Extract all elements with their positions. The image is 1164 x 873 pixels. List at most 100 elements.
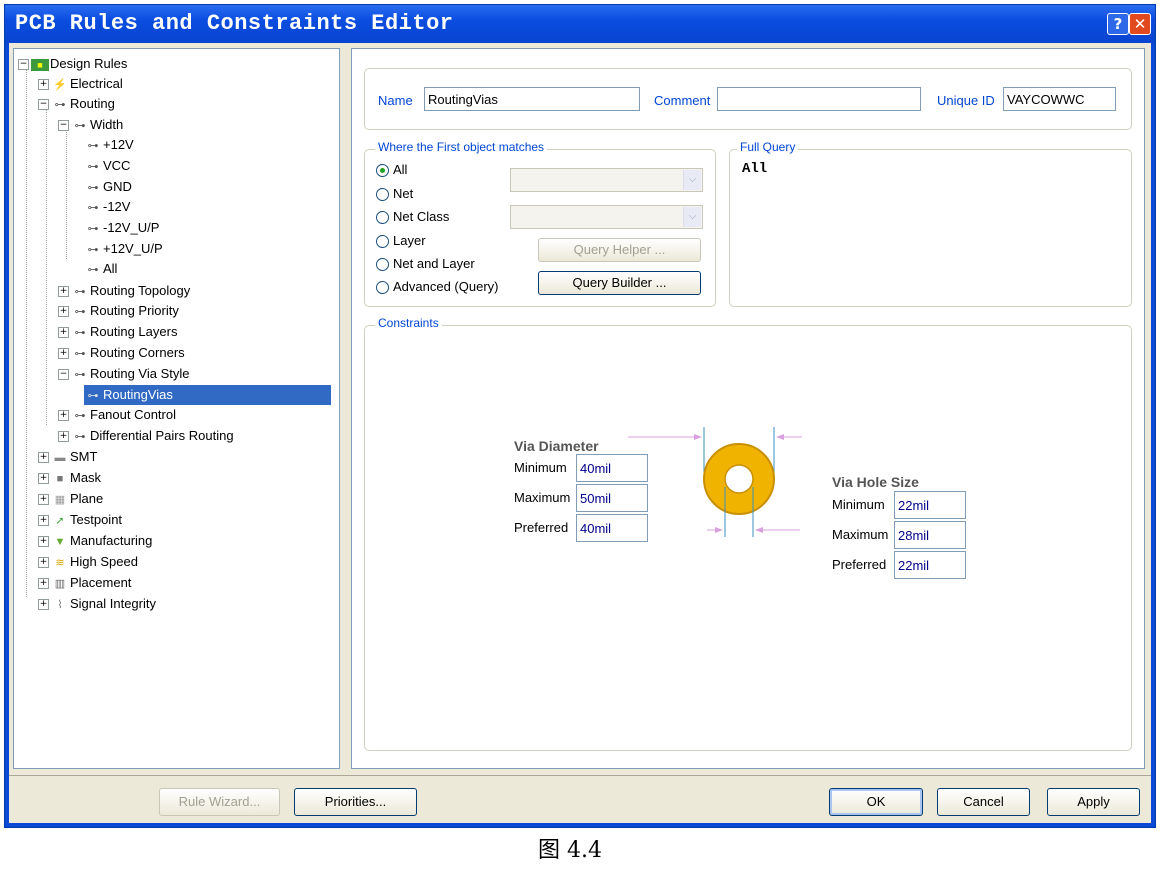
radio-icon — [376, 188, 389, 202]
tree-item-routing-priority[interactable]: + ⊶ Routing Priority — [58, 301, 179, 321]
help-button[interactable]: ? — [1107, 13, 1129, 35]
title-bar[interactable]: PCB Rules and Constraints Editor ? ✕ — [5, 5, 1155, 43]
expand-icon[interactable]: + — [38, 599, 49, 611]
radio-net[interactable]: Net — [376, 186, 413, 202]
hole-maximum-field[interactable]: 28mil — [894, 521, 966, 549]
expand-icon[interactable]: + — [58, 410, 69, 422]
cancel-button[interactable]: Cancel — [937, 788, 1030, 816]
comment-field[interactable] — [717, 87, 921, 111]
tree-item-placement[interactable]: + ▥ Placement — [38, 573, 131, 593]
full-query-legend: Full Query — [737, 140, 799, 154]
tree-item-routing-topology[interactable]: + ⊶ Routing Topology — [58, 281, 190, 301]
tree-item-routingvias-selected[interactable]: ⊶ RoutingVias — [84, 385, 331, 405]
tree-item-width[interactable]: − ⊶ Width — [58, 115, 123, 135]
via-diagram — [628, 427, 802, 537]
tree-item-electrical[interactable]: + ⚡ Electrical — [38, 74, 123, 94]
tree-item-mask[interactable]: + ■ Mask — [38, 468, 101, 488]
hole-preferred-field[interactable]: 22mil — [894, 551, 966, 579]
net-class-combo[interactable]: ⌵ — [510, 205, 703, 229]
name-label: Name — [378, 93, 413, 108]
radio-icon — [376, 211, 389, 225]
expand-icon[interactable]: + — [38, 557, 49, 569]
expand-icon[interactable]: + — [58, 306, 69, 318]
tree-item-differential-pairs[interactable]: + ⊶ Differential Pairs Routing — [58, 426, 234, 446]
rule-icon: ⊶ — [87, 243, 99, 256]
rule-icon: ⊶ — [74, 409, 86, 422]
collapse-icon[interactable]: − — [58, 120, 69, 132]
tree-item-smt[interactable]: + ▬ SMT — [38, 447, 97, 467]
radio-icon — [376, 235, 389, 249]
tree-item-plane[interactable]: + ▦ Plane — [38, 489, 103, 509]
priorities-button[interactable]: Priorities... — [294, 788, 417, 816]
full-query-text[interactable]: All — [742, 161, 767, 177]
radio-all[interactable]: All — [376, 162, 407, 178]
tree-item-fanout-control[interactable]: + ⊶ Fanout Control — [58, 405, 176, 425]
radio-layer[interactable]: Layer — [376, 233, 426, 249]
expand-icon[interactable]: + — [58, 286, 69, 298]
testpoint-icon: ➚ — [55, 514, 65, 527]
radio-net-class[interactable]: Net Class — [376, 209, 449, 225]
query-helper-button[interactable]: Query Helper ... — [538, 238, 701, 262]
radio-net-and-layer[interactable]: Net and Layer — [376, 256, 475, 272]
collapse-icon[interactable]: − — [38, 99, 49, 111]
rule-icon: ⊶ — [74, 326, 86, 339]
chevron-down-icon: ⌵ — [683, 170, 701, 190]
tree-item-routing[interactable]: − ⊶ Routing — [38, 94, 115, 114]
collapse-icon[interactable]: − — [18, 59, 29, 71]
via-diameter-title: Via Diameter — [514, 438, 599, 454]
high-speed-icon: ≋ — [55, 556, 65, 569]
tree-item-rule[interactable]: ⊶ All — [84, 259, 118, 279]
tree-item-signal-integrity[interactable]: + ⌇ Signal Integrity — [38, 594, 156, 614]
tree-item-rule[interactable]: ⊶ GND — [84, 177, 132, 197]
tree-item-rule[interactable]: ⊶ +12V — [84, 135, 134, 155]
query-builder-button[interactable]: Query Builder ... — [538, 271, 701, 295]
tree-item-high-speed[interactable]: + ≋ High Speed — [38, 552, 138, 572]
expand-icon[interactable]: + — [58, 431, 69, 443]
rule-icon: ⊶ — [74, 305, 86, 318]
rule-icon: ⊶ — [87, 139, 99, 152]
tree-item-routing-layers[interactable]: + ⊶ Routing Layers — [58, 322, 177, 342]
tree-item-testpoint[interactable]: + ➚ Testpoint — [38, 510, 122, 530]
collapse-icon[interactable]: − — [58, 369, 69, 381]
diameter-preferred-label: Preferred — [514, 520, 569, 535]
radio-selected-icon — [376, 164, 389, 178]
footer-divider — [9, 775, 1151, 776]
expand-icon[interactable]: + — [38, 515, 49, 527]
hole-preferred-label: Preferred — [832, 557, 887, 572]
tree-item-rule[interactable]: ⊶ -12V_U/P — [84, 218, 160, 238]
expand-icon[interactable]: + — [58, 327, 69, 339]
tree-item-design-rules[interactable]: − ■ Design Rules — [18, 54, 127, 74]
close-button[interactable]: ✕ — [1129, 13, 1151, 35]
ok-button[interactable]: OK — [829, 788, 923, 816]
where-legend: Where the First object matches — [375, 140, 548, 154]
radio-advanced-query[interactable]: Advanced (Query) — [376, 279, 499, 295]
expand-icon[interactable]: + — [38, 578, 49, 590]
name-field[interactable]: RoutingVias — [424, 87, 640, 111]
tree-item-routing-via-style[interactable]: − ⊶ Routing Via Style — [58, 364, 190, 384]
unique-id-field[interactable]: VAYCOWWC — [1003, 87, 1116, 111]
rule-icon: ⊶ — [74, 285, 86, 298]
manufacturing-icon: ▼ — [54, 535, 66, 548]
tree-item-manufacturing[interactable]: + ▼ Manufacturing — [38, 531, 152, 551]
expand-icon[interactable]: + — [38, 79, 49, 91]
expand-icon[interactable]: + — [38, 473, 49, 485]
hole-minimum-label: Minimum — [832, 497, 885, 512]
rules-tree[interactable]: − ■ Design Rules + ⚡ Electrical − ⊶ Routing − ⊶… — [13, 48, 340, 769]
expand-icon[interactable]: + — [58, 348, 69, 360]
tree-item-rule[interactable]: ⊶ VCC — [84, 156, 131, 176]
rule-wizard-button[interactable]: Rule Wizard... — [159, 788, 280, 816]
net-combo[interactable]: ⌵ — [510, 168, 703, 192]
rule-icon: ⊶ — [87, 222, 99, 235]
full-query-group — [729, 149, 1132, 307]
tree-item-rule[interactable]: ⊶ -12V — [84, 197, 131, 217]
apply-button[interactable]: Apply — [1047, 788, 1140, 816]
smt-icon: ▬ — [54, 451, 66, 464]
hole-minimum-field[interactable]: 22mil — [894, 491, 966, 519]
tree-item-routing-corners[interactable]: + ⊶ Routing Corners — [58, 343, 185, 363]
expand-icon[interactable]: + — [38, 452, 49, 464]
expand-icon[interactable]: + — [38, 494, 49, 506]
tree-item-rule[interactable]: ⊶ +12V_U/P — [84, 239, 163, 259]
plane-icon: ▦ — [54, 493, 66, 506]
expand-icon[interactable]: + — [38, 536, 49, 548]
figure-caption: 图 4.4 — [538, 838, 602, 863]
